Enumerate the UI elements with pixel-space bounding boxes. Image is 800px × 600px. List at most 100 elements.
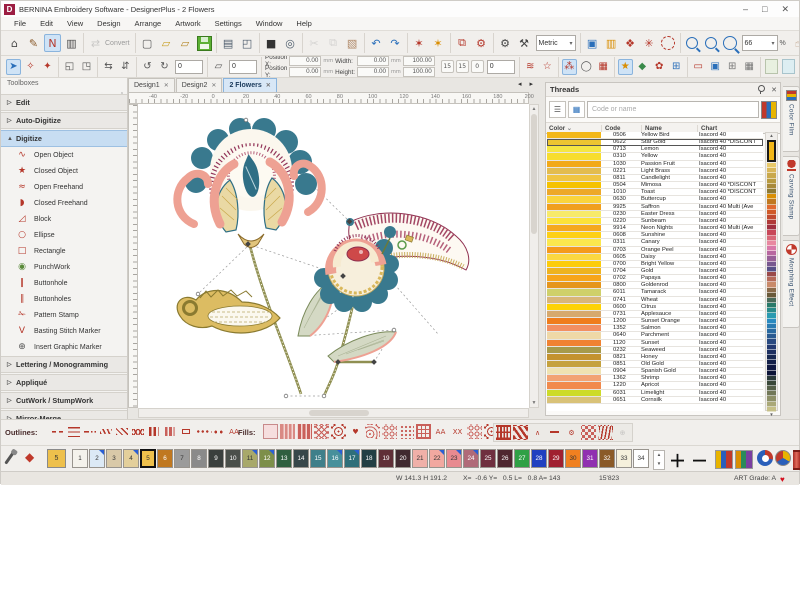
palette-swatch-22[interactable]: 22 (429, 449, 445, 468)
zigzag-stitch-icon[interactable] (131, 425, 145, 438)
lettering-fill-icon[interactable]: AA (433, 424, 448, 439)
weave-effect-icon[interactable] (496, 425, 511, 440)
palette-swatch-21[interactable]: 21 (412, 449, 428, 468)
tab-2-flowers[interactable]: 2 Flowers✕ (223, 78, 276, 92)
palette-swatch-7[interactable]: 7 (174, 449, 190, 468)
skew-input[interactable]: 0 (229, 60, 257, 74)
thread-row[interactable]: 0232SeaweedIsacord 40 (547, 347, 763, 354)
toolbox-item-punchwork[interactable]: ◉PunchWork (1, 259, 127, 275)
thread-row[interactable]: 0651CornsilkIsacord 40 (547, 397, 763, 404)
threads-close-icon[interactable]: ✕ (768, 86, 780, 94)
position-value[interactable]: 0.00 (289, 56, 321, 66)
close-button[interactable]: ✕ (781, 4, 789, 15)
add-color-button[interactable]: ＋ (669, 447, 686, 472)
heart-fill-icon[interactable]: ♥ (348, 424, 363, 439)
home-icon[interactable]: ⌂ (6, 34, 23, 52)
scale-value[interactable]: 100.00 (403, 67, 435, 77)
menu-arrange[interactable]: Arrange (128, 17, 169, 31)
quick-tools-icon[interactable]: ⚒ (516, 34, 533, 52)
thread-row[interactable]: 6011TamarackIsacord 40 (547, 289, 763, 296)
thread-row[interactable]: 0704GoldIsacord 40 (547, 268, 763, 275)
palette-swatch-30[interactable]: 30 (565, 449, 581, 468)
toolbox-section-appliqu-[interactable]: ▷Appliqué (1, 374, 127, 391)
send-to-hoop-icon[interactable]: ◎ (282, 34, 299, 52)
column-header-chart[interactable]: Chart (698, 125, 780, 132)
measurement-combo[interactable]: Metric▾ (536, 35, 576, 51)
side-tab-color-film[interactable]: Color Film (783, 86, 800, 152)
hatch-stitch-icon[interactable] (115, 425, 129, 438)
triple-stitch-icon[interactable] (67, 425, 81, 438)
thread-row[interactable]: 0630ButtercupIsacord 40 (547, 196, 763, 203)
skew-icon[interactable]: ▱ (211, 59, 226, 75)
thread-row[interactable]: 1010ToastIsacord 40 *DISCONT (547, 189, 763, 196)
thread-search-input[interactable]: Code or name (587, 101, 759, 118)
palette-swatch-12[interactable]: 12 (259, 449, 275, 468)
open-recent-icon[interactable]: ▱ (177, 34, 194, 52)
thread-row[interactable]: 0821HoneyIsacord 40 (547, 354, 763, 361)
toolbox-item-buttonholes[interactable]: ∥Buttonholes (1, 291, 127, 307)
toolbox-item-open-freehand[interactable]: ≈Open Freehand (1, 179, 127, 195)
column-header-name[interactable]: Name (642, 125, 698, 132)
palette-swatch-29[interactable]: 29 (548, 449, 564, 468)
menu-file[interactable]: File (7, 17, 33, 31)
strip-selected-swatch[interactable] (767, 140, 776, 162)
palette-swatch-24[interactable]: 24 (463, 449, 479, 468)
thread-row[interactable]: 6031LimelightIsacord 40 (547, 390, 763, 397)
travel-dot-icon[interactable]: ◉ (798, 59, 799, 75)
pan-icon[interactable]: ☝ (790, 34, 799, 52)
star-tool-icon[interactable]: ★ (618, 59, 633, 75)
hoop-toggle-icon[interactable]: ▭ (691, 59, 706, 75)
dotted-circle-icon[interactable] (660, 34, 677, 52)
custom-input[interactable]: 0 (487, 60, 515, 74)
thread-row[interactable]: 1030Passion FruitIsacord 40 (547, 161, 763, 168)
tab-close-icon[interactable]: ✕ (266, 82, 271, 89)
scale-step-button[interactable]: 0 (471, 60, 484, 73)
closed-curve-icon[interactable]: ◯ (579, 59, 594, 75)
template-toggle-icon[interactable]: ▣ (708, 59, 723, 75)
palette-swatch-3[interactable]: 3 (106, 449, 122, 468)
satin-effect-icon[interactable] (513, 425, 528, 440)
shapes-tool-icon[interactable]: ◆ (635, 59, 650, 75)
palette-swatch-31[interactable]: 31 (582, 449, 598, 468)
print-icon[interactable]: ▤ (220, 34, 237, 52)
thread-row[interactable]: 0741WheatIsacord 40 (547, 297, 763, 304)
size-value[interactable]: 0.00 (357, 67, 389, 77)
thread-row[interactable]: 0230Easter DressIsacord 40 (547, 211, 763, 218)
palette-swatch-13[interactable]: 13 (276, 449, 292, 468)
fill-bucket-icon[interactable]: ◆ (25, 450, 34, 464)
sunburst-fill-icon[interactable] (331, 424, 346, 439)
morphing-icon[interactable]: ✳ (641, 34, 658, 52)
toolbox-item-block[interactable]: ◿Block (1, 211, 127, 227)
write-to-machine-icon[interactable]: ■ (263, 34, 280, 52)
grid-fill-icon[interactable] (416, 424, 431, 439)
toolbox-item-buttonhole[interactable]: ❙Buttonhole (1, 275, 127, 291)
mirror-y-icon[interactable]: ⇵ (118, 59, 133, 75)
palette-swatch-17[interactable]: 17 (344, 449, 360, 468)
thread-row[interactable]: 0622Star GoldIsacord 40 *DISCONT (547, 139, 763, 146)
strip-up-icon[interactable]: ▲ (766, 133, 777, 139)
palette-swatch-2[interactable]: 2 (89, 449, 105, 468)
maximize-button[interactable]: □ (762, 4, 767, 14)
frame-outline-icon[interactable] (179, 425, 193, 438)
stem-stitch-icon[interactable] (99, 425, 113, 438)
thread-row[interactable]: 0220SunbeamIsacord 40 (547, 218, 763, 225)
satin-column-icon[interactable] (147, 425, 161, 438)
thread-row[interactable]: 0713LemonIsacord 40 (547, 146, 763, 153)
color-film-toggle-icon[interactable]: ▥ (603, 34, 620, 52)
export-design-icon[interactable]: ⧉ (454, 34, 471, 52)
palette-swatch-23[interactable]: 23 (446, 449, 462, 468)
step-fill-icon[interactable] (263, 424, 278, 439)
tab-design1[interactable]: Design1✕ (128, 78, 175, 92)
side-tab-carving-stamp[interactable]: Carving Stamp (783, 156, 800, 236)
toolbox-section-lettering-monogramming[interactable]: ▷Lettering / Monogramming (1, 356, 127, 373)
remove-color-button[interactable]: － (691, 447, 708, 472)
toolbox-item-open-object[interactable]: ∿Open Object (1, 147, 127, 163)
thread-row[interactable]: 1200Sunset OrangeIsacord 40 (547, 318, 763, 325)
motif-fill-icon[interactable] (399, 424, 414, 439)
stitch-select-icon[interactable]: ⁂ (562, 59, 577, 75)
carving-stamp-icon[interactable]: ❖ (622, 34, 639, 52)
scale-step-button[interactable]: 15 (441, 60, 454, 73)
work-area-blue-icon[interactable] (781, 59, 796, 75)
palette-swatch-18[interactable]: 18 (361, 449, 377, 468)
thread-row[interactable]: 1220ApricotIsacord 40 (547, 382, 763, 389)
